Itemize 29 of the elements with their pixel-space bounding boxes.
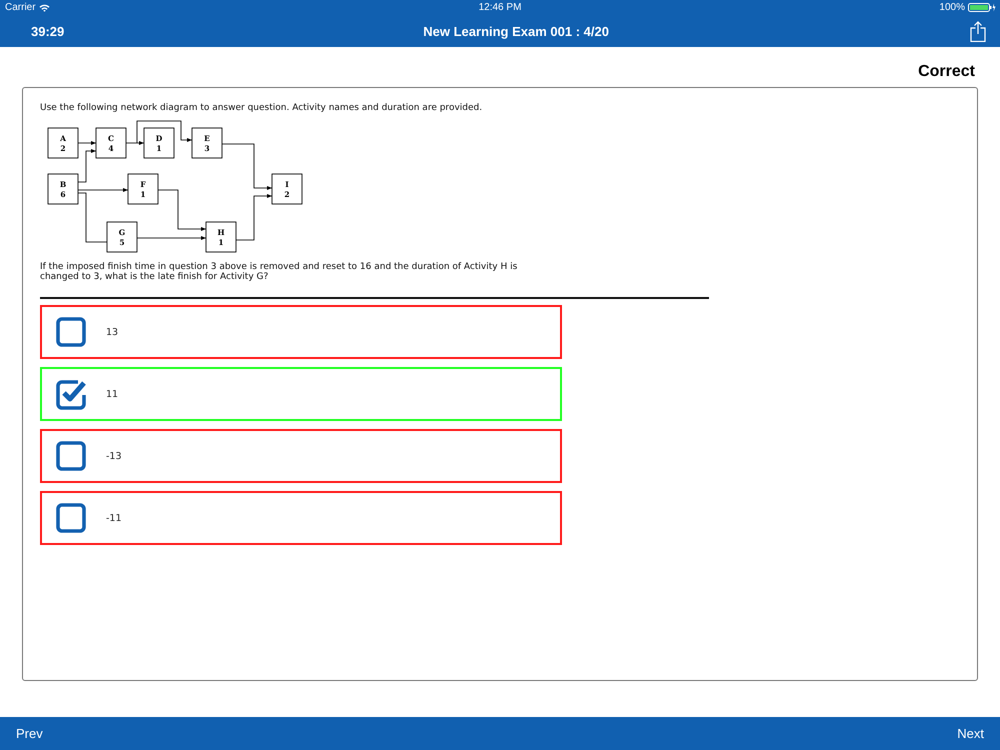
connector-arrow (78, 149, 96, 182)
answer-text: -11 (106, 512, 122, 524)
exam-title: New Learning Exam 001 : 4/20 (423, 24, 609, 38)
connector-arrow (236, 194, 272, 240)
carrier-name: Carrier (5, 2, 36, 13)
connector-arrow (78, 188, 128, 192)
battery-percent: 100% (939, 2, 965, 13)
question-text: If the imposed finish time in question 3 above is removed and reset to 16 and the duration of Activity H is changed to 3, what is the late finish for Activity G? (40, 262, 518, 282)
clock-time: 12:46 PM (478, 2, 522, 13)
connector-arrow (222, 144, 272, 190)
connector-arrow (136, 236, 206, 240)
connector-arrow (78, 141, 96, 145)
connector-line (78, 192, 108, 242)
battery-icon (968, 3, 996, 12)
result-label: Correct (918, 63, 975, 82)
answer-option[interactable]: -13 (40, 429, 562, 483)
answer-text: 11 (106, 388, 118, 400)
wifi-icon (38, 4, 50, 12)
share-button[interactable] (968, 19, 988, 43)
answer-text: 13 (106, 326, 118, 338)
answer-text: -13 (106, 450, 122, 462)
answer-option[interactable]: 13 (40, 305, 562, 359)
prev-button[interactable]: Prev (16, 726, 43, 741)
connector-arrow (158, 190, 206, 231)
answer-option[interactable]: 11 (40, 367, 562, 421)
next-button[interactable]: Next (957, 726, 984, 741)
answer-option[interactable]: -11 (40, 491, 562, 545)
question-intro: Use the following network diagram to answer question. Activity names and duration are provided. (40, 103, 484, 113)
countdown-timer: 39:29 (31, 24, 64, 38)
